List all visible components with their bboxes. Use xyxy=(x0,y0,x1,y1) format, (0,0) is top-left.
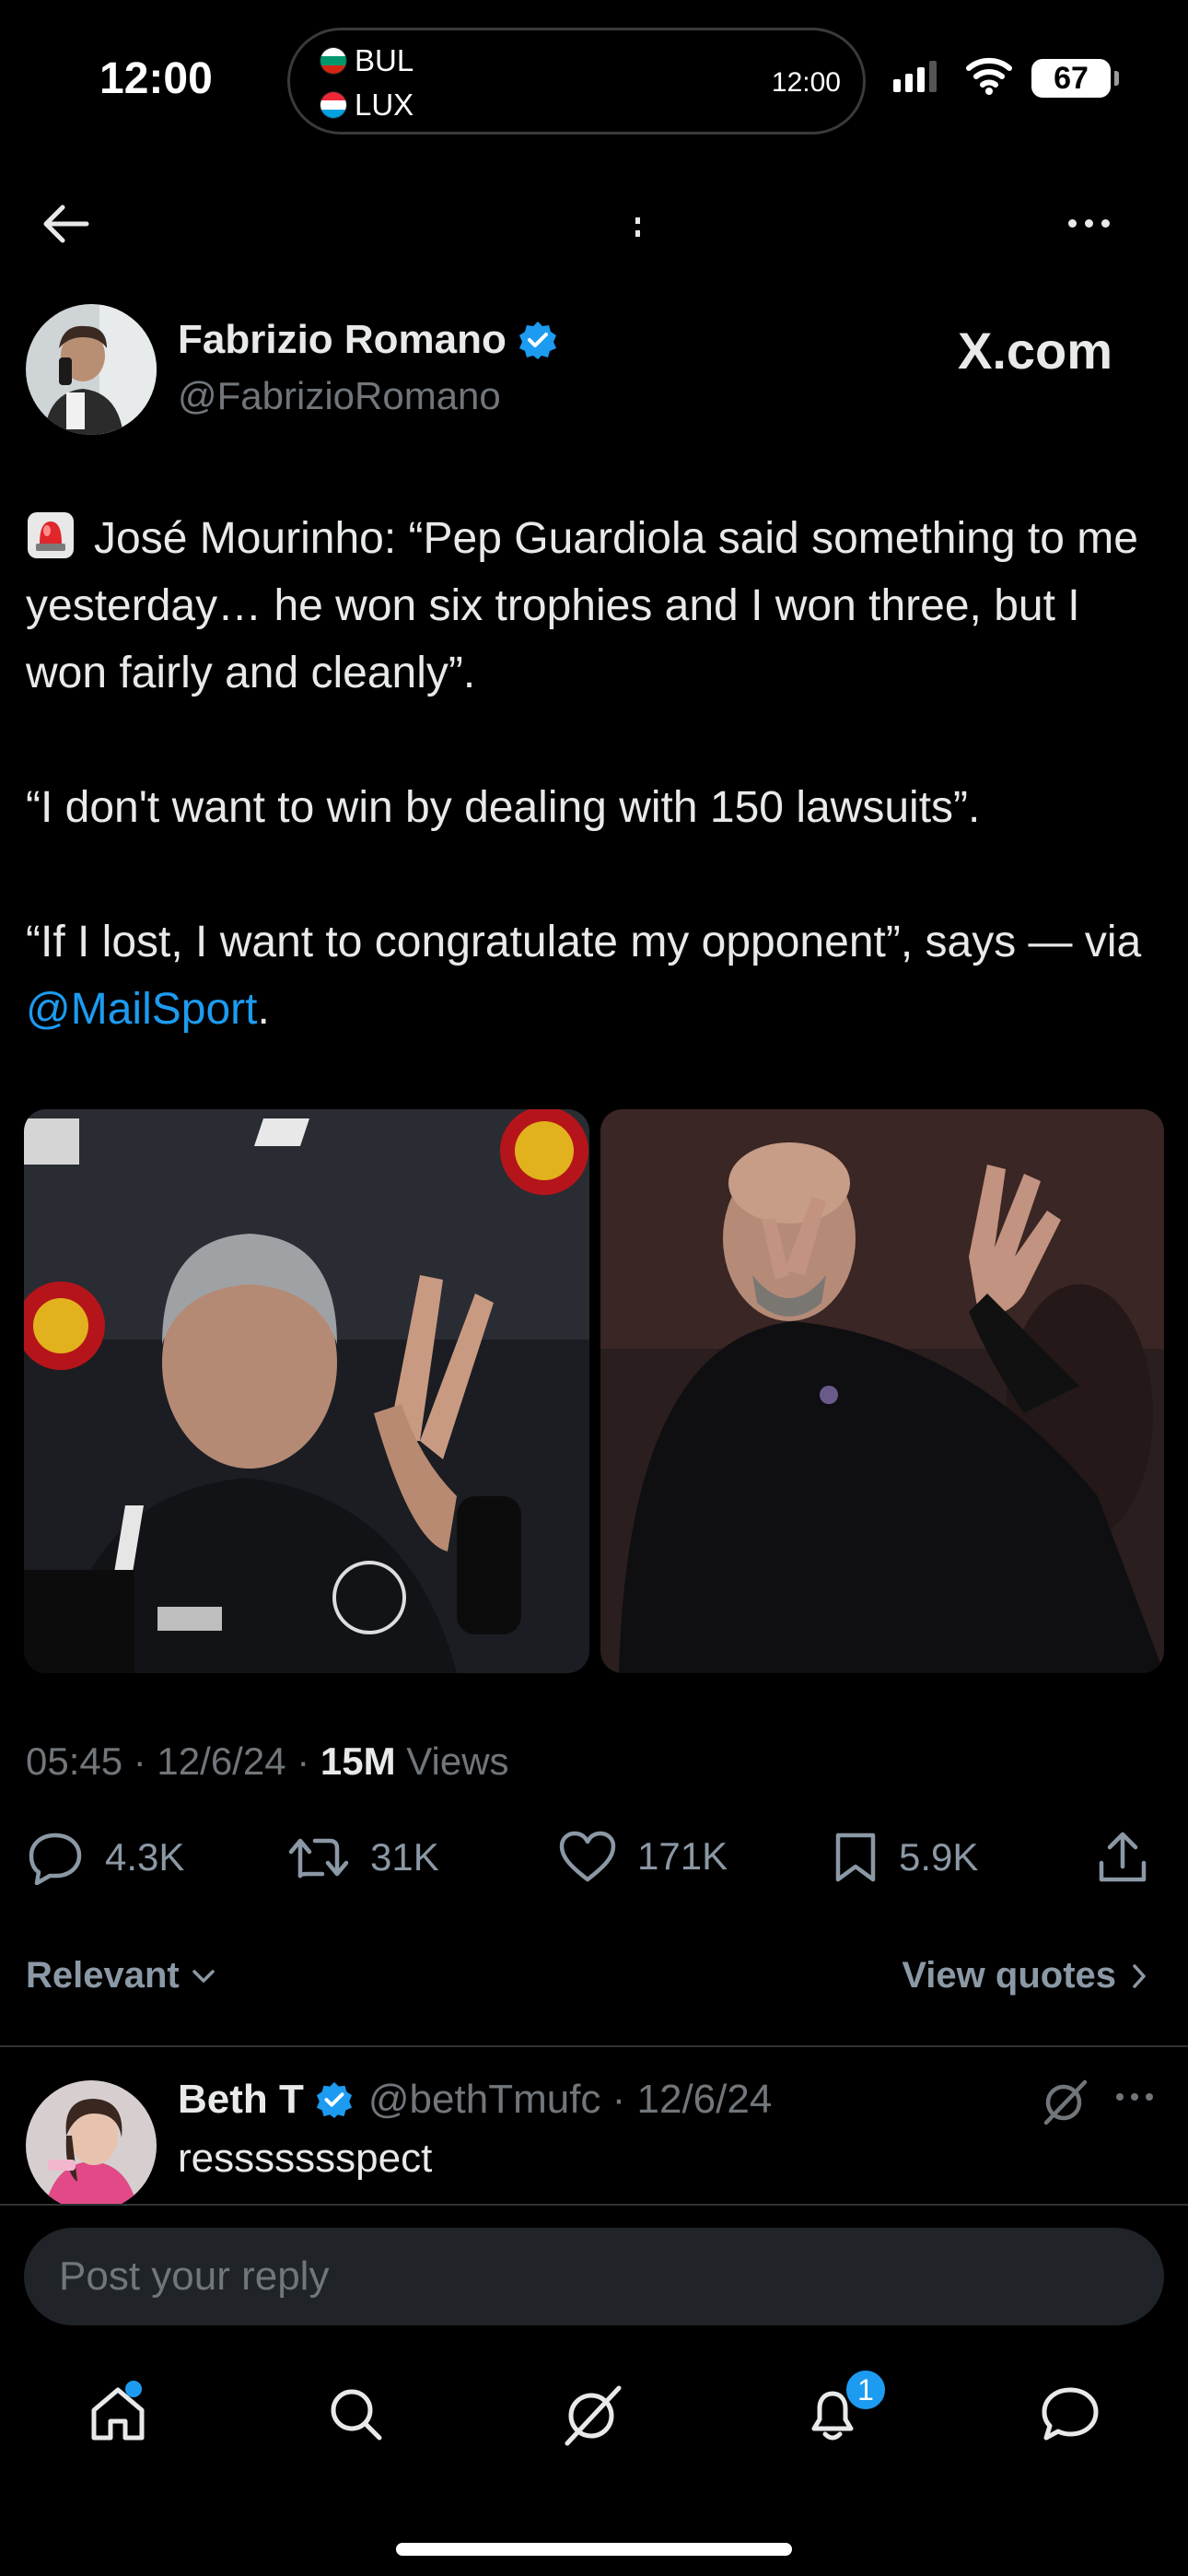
bookmark-count: 5.9K xyxy=(899,1835,979,1879)
tweet-photo-2[interactable] xyxy=(600,1109,1164,1673)
more-dot xyxy=(1116,2093,1124,2101)
bulgaria-flag-icon xyxy=(320,47,347,75)
reply-author-name[interactable]: Beth T xyxy=(178,2077,304,2123)
like-count: 171K xyxy=(637,1834,728,1878)
tweet-timestamp: 05:45 · 12/6/24 · xyxy=(26,1739,320,1783)
verified-badge-icon xyxy=(518,322,556,359)
views-label: Views xyxy=(395,1739,509,1783)
share-button[interactable] xyxy=(1096,1830,1149,1885)
reply-button[interactable]: 4.3K xyxy=(26,1830,184,1885)
author-handle[interactable]: @FabrizioRomano xyxy=(178,374,501,418)
section-divider xyxy=(0,2045,1188,2047)
reply-text: ressssssspect xyxy=(178,2136,433,2181)
x-com-watermark: X.com xyxy=(958,322,1113,380)
nav-messages[interactable] xyxy=(1024,2368,1116,2460)
heart-icon xyxy=(559,1831,616,1882)
nav-home[interactable] xyxy=(72,2368,164,2460)
search-icon xyxy=(331,2389,382,2441)
view-quotes-link[interactable]: View quotes xyxy=(902,1955,1147,1996)
more-dot xyxy=(1068,218,1077,228)
police-light-emoji-icon xyxy=(28,512,74,558)
author-avatar[interactable] xyxy=(26,304,157,435)
reply-composer-input[interactable] xyxy=(24,2228,1164,2325)
author-name: Fabrizio Romano xyxy=(178,317,507,362)
sort-relevant-dropdown[interactable]: Relevant xyxy=(26,1955,216,1996)
more-dot xyxy=(1085,218,1093,228)
tweet-paragraph-3: “If I lost, I want to congratulate my op… xyxy=(26,908,1168,1043)
tweet-text: José Mourinho: “Pep Guardiola said somet… xyxy=(26,505,1168,1043)
repost-count: 31K xyxy=(370,1835,439,1879)
reply-author-handle[interactable]: @bethTmufc · 12/6/24 xyxy=(368,2077,772,2123)
tweet-actions: 4.3K 31K 171K 5.9K xyxy=(0,1830,1188,1894)
live-activity-team-2: LUX xyxy=(320,88,413,123)
reply-author-avatar[interactable] xyxy=(26,2080,157,2211)
reply-header: Beth T @bethTmufc · 12/6/24 xyxy=(178,2077,772,2123)
bottom-navigation: 1 xyxy=(0,2368,1188,2460)
nav-search[interactable] xyxy=(309,2368,402,2460)
live-activity-island[interactable]: BUL LUX 12:00 xyxy=(287,28,866,135)
share-icon xyxy=(1099,1832,1147,1882)
tweet-paragraph-3-end: . xyxy=(257,985,270,1034)
messages-icon xyxy=(1042,2387,1099,2441)
luxembourg-flag-icon xyxy=(320,91,347,119)
battery-indicator: 67 xyxy=(1031,59,1119,98)
tweet-photo-1[interactable] xyxy=(24,1109,589,1673)
sort-label: Relevant xyxy=(26,1955,180,1996)
tweet-detail-screen: 12:00 BUL LUX 12:00 67 Fabrizio Romano @… xyxy=(0,0,1188,2576)
team-2-label: LUX xyxy=(355,88,414,122)
mention-link[interactable]: @MailSport xyxy=(26,985,257,1034)
tweet-paragraph-1: José Mourinho: “Pep Guardiola said somet… xyxy=(26,505,1168,707)
view-quotes-label: View quotes xyxy=(902,1955,1116,1996)
live-activity-team-1: BUL xyxy=(320,43,413,78)
more-dot xyxy=(1146,2093,1153,2101)
more-dot xyxy=(1131,2093,1138,2101)
tweet-paragraph-1-text: José Mourinho: “Pep Guardiola said somet… xyxy=(26,514,1151,697)
grok-icon xyxy=(565,2385,622,2446)
chevron-down-icon xyxy=(192,1969,215,1983)
bookmark-button[interactable]: 5.9K xyxy=(833,1830,978,1885)
chevron-right-icon xyxy=(1133,1963,1146,1988)
more-options-button[interactable] xyxy=(1068,205,1127,241)
reply-icon xyxy=(29,1832,82,1885)
home-unread-dot xyxy=(125,2381,142,2397)
team-1-label: BUL xyxy=(355,43,414,77)
repost-icon xyxy=(288,1838,349,1879)
home-indicator xyxy=(396,2543,792,2556)
more-dot xyxy=(1101,218,1110,228)
verified-badge-icon xyxy=(316,2081,352,2119)
nav-grok[interactable] xyxy=(547,2368,639,2460)
tweet-paragraph-2: “I don't want to win by dealing with 150… xyxy=(26,783,981,832)
author-name-row[interactable]: Fabrizio Romano xyxy=(178,317,558,363)
views-count: 15M xyxy=(320,1739,396,1783)
status-time: 12:00 xyxy=(99,54,213,103)
reply-count: 4.3K xyxy=(105,1835,185,1879)
loading-indicator xyxy=(635,217,640,237)
back-arrow-icon[interactable] xyxy=(37,198,96,250)
repost-button[interactable]: 31K xyxy=(287,1830,439,1885)
cellular-signal-icon xyxy=(893,61,937,92)
like-button[interactable]: 171K xyxy=(558,1830,728,1883)
bookmark-icon xyxy=(835,1832,876,1882)
reply-more-options[interactable] xyxy=(1116,2093,1153,2101)
wifi-icon xyxy=(966,57,1012,95)
notifications-badge: 1 xyxy=(844,2368,888,2412)
tweet-meta: 05:45 · 12/6/24 · 15M Views xyxy=(26,1739,509,1784)
live-activity-time: 12:00 xyxy=(771,67,841,98)
nav-notifications[interactable]: 1 xyxy=(786,2368,888,2460)
tweet-paragraph-3-text: “If I lost, I want to congratulate my op… xyxy=(26,918,1154,966)
grok-icon[interactable] xyxy=(1041,2077,1090,2126)
